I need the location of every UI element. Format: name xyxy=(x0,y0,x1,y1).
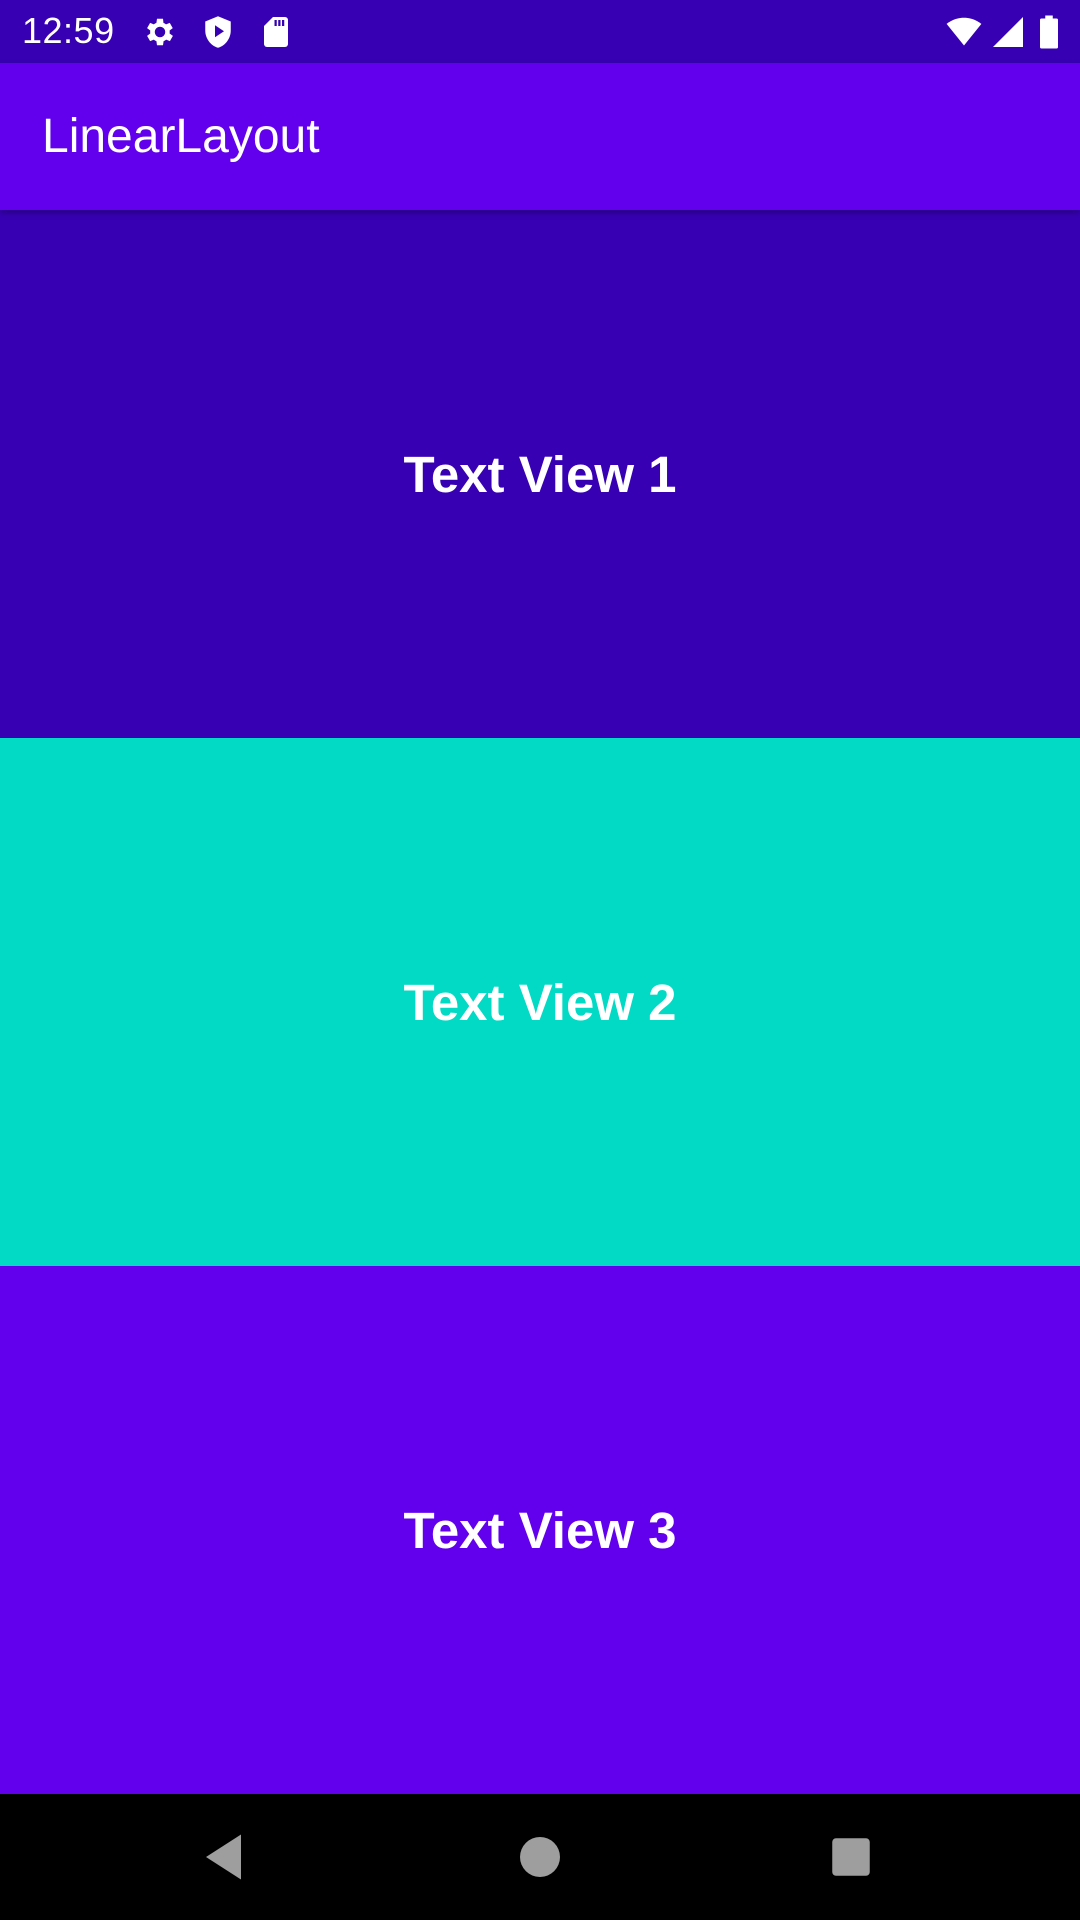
sd-card-icon xyxy=(258,14,294,50)
screen: 12:59 LinearLayout Text View 1 Text View… xyxy=(0,0,1080,1920)
home-icon[interactable] xyxy=(510,1827,570,1887)
text-view-2: Text View 2 xyxy=(403,973,677,1031)
wifi-icon xyxy=(944,14,984,50)
text-view-2-panel: Text View 2 xyxy=(0,738,1080,1266)
app-title: LinearLayout xyxy=(42,110,320,163)
text-view-3-panel: Text View 3 xyxy=(0,1266,1080,1794)
recents-icon[interactable] xyxy=(821,1827,881,1887)
app-bar: LinearLayout xyxy=(0,63,1080,210)
navigation-bar xyxy=(0,1794,1080,1920)
status-time: 12:59 xyxy=(22,10,115,51)
cell-signal-icon xyxy=(990,14,1026,50)
text-view-1: Text View 1 xyxy=(403,445,677,503)
shield-play-icon xyxy=(200,14,236,50)
battery-icon xyxy=(1036,14,1062,50)
text-view-1-panel: Text View 1 xyxy=(0,210,1080,738)
text-view-3: Text View 3 xyxy=(403,1501,677,1559)
back-icon[interactable] xyxy=(196,1827,256,1887)
gear-icon xyxy=(142,14,178,50)
status-bar: 12:59 xyxy=(0,0,1080,63)
